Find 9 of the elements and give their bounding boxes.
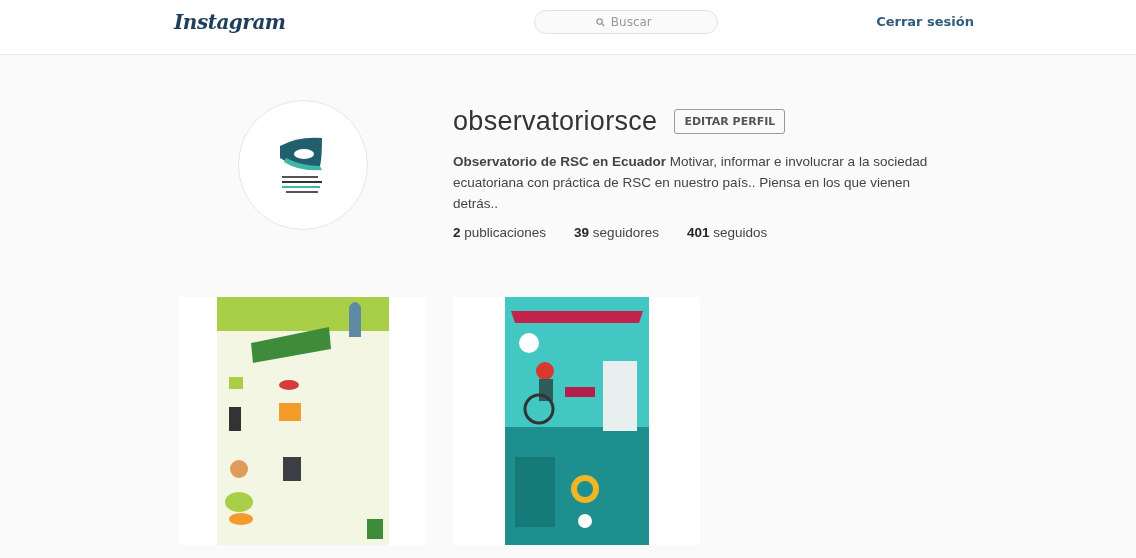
profile-stat[interactable]: 401 seguidos [686, 225, 768, 240]
profile-stat[interactable]: 39 seguidores [574, 225, 659, 240]
profile-bio: Observatorio de RSC en Ecuador Motivar, informar e involucrar a la sociedad ecuatoriana con práctica de RSC en nuestro país.. Piensa en los que vienen detrás.. [453, 153, 929, 213]
username: observatoriorsce [453, 106, 658, 137]
instagram-logo[interactable]: Instagram [174, 9, 286, 34]
search-field[interactable]: Buscar [533, 9, 718, 34]
edit-profile-button[interactable]: EDITAR PERFIL [674, 109, 786, 134]
logout-link[interactable]: Cerrar sesión [876, 14, 974, 29]
profile-stat[interactable]: 2 publicaciones [453, 225, 547, 240]
